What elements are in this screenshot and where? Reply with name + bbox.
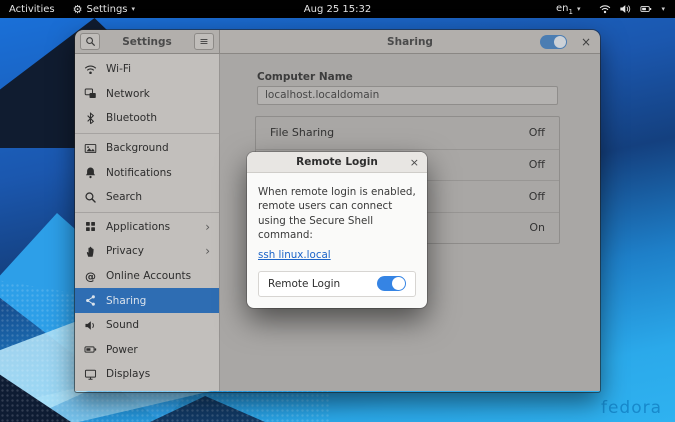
at-icon: @ [84, 270, 97, 283]
dialog-header: Remote Login × [247, 152, 427, 173]
remote-login-toggle[interactable] [377, 276, 406, 291]
panel-title: Sharing [387, 36, 433, 48]
sidebar-item-label: Displays [106, 368, 150, 380]
app-menu-button[interactable]: ⚙ Settings ▾ [64, 0, 144, 18]
remote-login-row: Remote Login [258, 271, 416, 297]
sidebar-item-bluetooth[interactable]: Bluetooth [75, 106, 219, 131]
battery-icon [639, 3, 653, 15]
input-source-indicator[interactable]: en1 ▾ [547, 3, 589, 16]
search-icon [85, 36, 96, 47]
sidebar-item-label: Sound [106, 319, 139, 331]
fedora-logo: fedora [601, 398, 662, 418]
sidebar-item-sound[interactable]: Sound [75, 313, 219, 338]
sidebar-item-label: Privacy [106, 245, 144, 257]
sidebar-item-label: Search [106, 191, 142, 203]
desktop: fedora Activities ⚙ Settings ▾ Aug 25 15… [0, 0, 675, 422]
sidebar-item-power[interactable]: Power [75, 338, 219, 363]
input-source-label: en1 [556, 3, 573, 16]
search-button[interactable] [80, 33, 100, 50]
window-title: Settings [122, 36, 172, 48]
window-header: Settings ≡ Sharing × [75, 30, 600, 54]
activities-button[interactable]: Activities [0, 0, 64, 18]
search-icon [84, 191, 97, 204]
battery-icon [84, 343, 97, 356]
menu-button[interactable]: ≡ [194, 33, 214, 50]
computer-name-field[interactable]: localhost.localdomain [257, 86, 558, 105]
caret-down-icon: ▾ [132, 5, 136, 13]
speaker-icon [84, 319, 97, 332]
remote-login-label: Remote Login [268, 278, 340, 290]
dialog-close-button[interactable]: × [410, 157, 419, 168]
dialog-body: When remote login is enabled, remote use… [247, 173, 427, 308]
clock-label: Aug 25 15:32 [304, 4, 371, 15]
status-badge: On [529, 221, 545, 234]
status-badge: Off [529, 126, 545, 139]
toggle-knob [392, 277, 405, 290]
toggle-knob [554, 36, 566, 48]
network-icon [84, 87, 97, 100]
sharing-master-toggle[interactable] [540, 35, 567, 49]
top-bar: Activities ⚙ Settings ▾ Aug 25 15:32 en1… [0, 0, 675, 18]
header-left: Settings ≡ [75, 30, 220, 53]
remote-login-dialog: Remote Login × When remote login is enab… [247, 152, 427, 308]
activities-label: Activities [9, 4, 55, 15]
wifi-icon [599, 3, 611, 15]
settings-sidebar: Wi-Fi Network Bluetooth [75, 54, 220, 391]
sidebar-item-label: Power [106, 344, 138, 356]
sidebar-item-label: Background [106, 142, 169, 154]
volume-icon [619, 3, 631, 15]
sidebar-item-label: Wi-Fi [106, 63, 131, 75]
sidebar-separator [75, 133, 219, 134]
sidebar-item-label: Network [106, 88, 150, 100]
sidebar-item-wifi[interactable]: Wi-Fi [75, 57, 219, 82]
bluetooth-icon [84, 112, 97, 125]
clock[interactable]: Aug 25 15:32 [295, 0, 380, 18]
caret-down-icon: ▾ [577, 5, 581, 13]
system-status-menu[interactable]: ▾ [589, 3, 675, 15]
bell-icon [84, 166, 97, 179]
computer-name-label: Computer Name [257, 71, 353, 83]
sidebar-item-label: Sharing [106, 295, 146, 307]
chevron-right-icon: › [205, 220, 210, 234]
dialog-description: When remote login is enabled, remote use… [258, 185, 416, 243]
wifi-icon [84, 63, 97, 76]
sidebar-item-sharing[interactable]: Sharing [75, 288, 219, 313]
applications-grid-icon [84, 220, 97, 233]
status-badge: Off [529, 190, 545, 203]
privacy-hand-icon [84, 245, 97, 258]
monitor-icon [84, 368, 97, 381]
gear-icon: ⚙ [73, 4, 83, 15]
background-icon [84, 142, 97, 155]
chevron-right-icon: › [205, 244, 210, 258]
sidebar-item-background[interactable]: Background [75, 136, 219, 161]
sidebar-item-label: Applications [106, 221, 170, 233]
sidebar-item-privacy[interactable]: Privacy › [75, 239, 219, 264]
caret-down-icon: ▾ [661, 5, 665, 13]
sidebar-item-label: Notifications [106, 167, 172, 179]
dialog-title: Remote Login [296, 156, 378, 168]
hamburger-menu-icon: ≡ [199, 36, 208, 47]
share-icon [84, 294, 97, 307]
sidebar-item-notifications[interactable]: Notifications [75, 160, 219, 185]
header-right: Sharing × [220, 30, 600, 53]
app-menu-label: Settings [87, 4, 128, 15]
sidebar-item-label: Online Accounts [106, 270, 191, 282]
window-close-button[interactable]: × [581, 36, 591, 48]
list-item-file-sharing[interactable]: File Sharing Off [256, 117, 559, 149]
sidebar-item-search[interactable]: Search [75, 185, 219, 210]
sidebar-item-network[interactable]: Network [75, 82, 219, 107]
status-badge: Off [529, 158, 545, 171]
sidebar-separator [75, 212, 219, 213]
sidebar-item-online-accounts[interactable]: @ Online Accounts [75, 264, 219, 289]
ssh-command-link[interactable]: ssh linux.local [258, 249, 331, 261]
row-label: File Sharing [270, 126, 334, 139]
sidebar-item-label: Bluetooth [106, 112, 157, 124]
sidebar-item-displays[interactable]: Displays [75, 362, 219, 387]
sidebar-item-mouse-touchpad[interactable]: Mouse & Touchpad [75, 387, 219, 391]
sidebar-item-applications[interactable]: Applications › [75, 215, 219, 240]
